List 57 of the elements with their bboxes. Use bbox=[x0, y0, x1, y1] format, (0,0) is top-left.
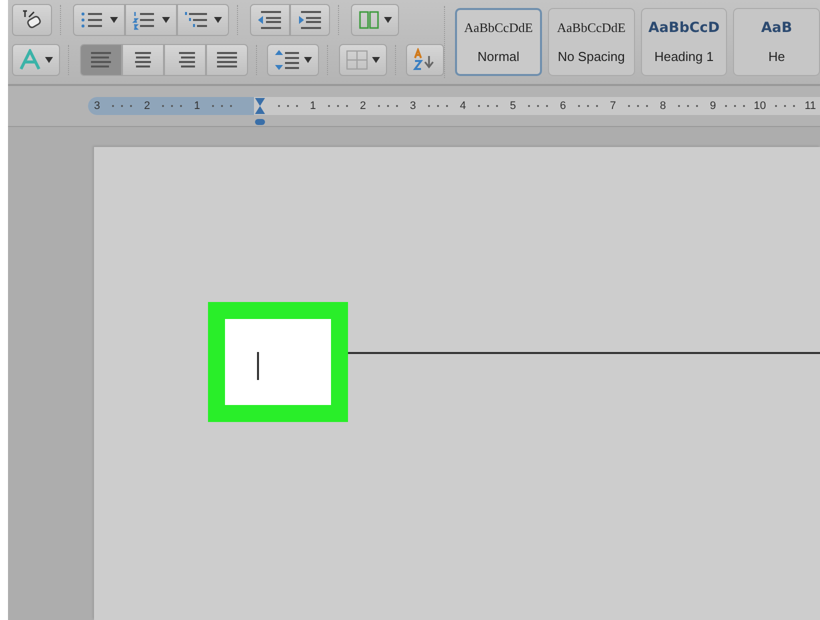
decrease-indent-icon bbox=[257, 10, 283, 30]
line-spacing-button[interactable] bbox=[267, 44, 319, 76]
ruler-number: 5 bbox=[510, 100, 516, 112]
ruler-number: 7 bbox=[610, 100, 616, 112]
line-spacing-icon bbox=[274, 49, 300, 71]
ruler-number: 3 bbox=[410, 100, 416, 112]
style-preset-button[interactable]: AaBbCcD Heading 1 bbox=[640, 8, 728, 76]
sort-button[interactable] bbox=[406, 44, 444, 76]
ruler-number: 4 bbox=[460, 100, 466, 112]
decrease-indent-button[interactable] bbox=[250, 4, 290, 36]
style-preview-text: AaBbCcDdE bbox=[464, 20, 533, 36]
style-preview-text: AaBbCcD bbox=[648, 20, 720, 36]
text-alignment-icon bbox=[214, 51, 238, 69]
ruler-number: 8 bbox=[660, 100, 666, 112]
multilevel-list-button[interactable] bbox=[177, 4, 229, 36]
ruler-number: 10 bbox=[754, 100, 766, 112]
caret-icon bbox=[304, 57, 312, 63]
increase-indent-button[interactable] bbox=[290, 4, 330, 36]
outlined-letter-icon bbox=[19, 49, 41, 71]
caret-icon bbox=[214, 17, 222, 23]
style-name: Normal bbox=[478, 48, 520, 64]
alignment-button[interactable] bbox=[164, 44, 206, 76]
caret-icon bbox=[110, 17, 118, 23]
ruler-number: 1 bbox=[310, 100, 316, 112]
text-cursor bbox=[257, 352, 259, 380]
ruler-number: 2 bbox=[360, 100, 366, 112]
caret-icon bbox=[162, 17, 170, 23]
eraser-icon bbox=[20, 9, 44, 31]
ruler-number: 11 bbox=[804, 100, 816, 112]
indent-marker-icon bbox=[254, 97, 266, 127]
caret-icon bbox=[384, 17, 392, 23]
ruler-number: 9 bbox=[710, 100, 716, 112]
grid-icon bbox=[346, 50, 368, 70]
style-preset-button[interactable]: AaBbCcDdE No Spacing bbox=[548, 8, 635, 76]
bullet-list-button[interactable] bbox=[73, 4, 125, 36]
increase-indent-icon bbox=[297, 10, 323, 30]
multilevel-list-icon bbox=[184, 10, 210, 30]
style-preview-text: AaBbCcDdE bbox=[557, 20, 626, 36]
columns-icon bbox=[358, 10, 380, 30]
numbered-list-button[interactable] bbox=[125, 4, 177, 36]
clear-formatting-button[interactable] bbox=[12, 4, 52, 36]
style-name: Heading 1 bbox=[654, 49, 714, 64]
ruler-number: 3 bbox=[94, 100, 100, 112]
style-name: No Spacing bbox=[558, 49, 625, 64]
style-preset-button[interactable]: AaB He bbox=[733, 8, 820, 76]
alignment-button[interactable] bbox=[122, 44, 164, 76]
ruler-number: 6 bbox=[560, 100, 566, 112]
caret-icon bbox=[45, 57, 53, 63]
text-alignment-icon bbox=[88, 51, 112, 69]
ruler-number: 2 bbox=[144, 100, 150, 112]
style-preview-text: AaB bbox=[761, 20, 792, 36]
alignment-button[interactable] bbox=[206, 44, 248, 76]
style-preset-button[interactable]: AaBbCcDdE Normal bbox=[455, 8, 542, 76]
alignment-button[interactable] bbox=[80, 44, 122, 76]
ruler-number: 1 bbox=[194, 100, 200, 112]
caret-icon bbox=[372, 57, 380, 63]
style-name: He bbox=[768, 49, 785, 64]
